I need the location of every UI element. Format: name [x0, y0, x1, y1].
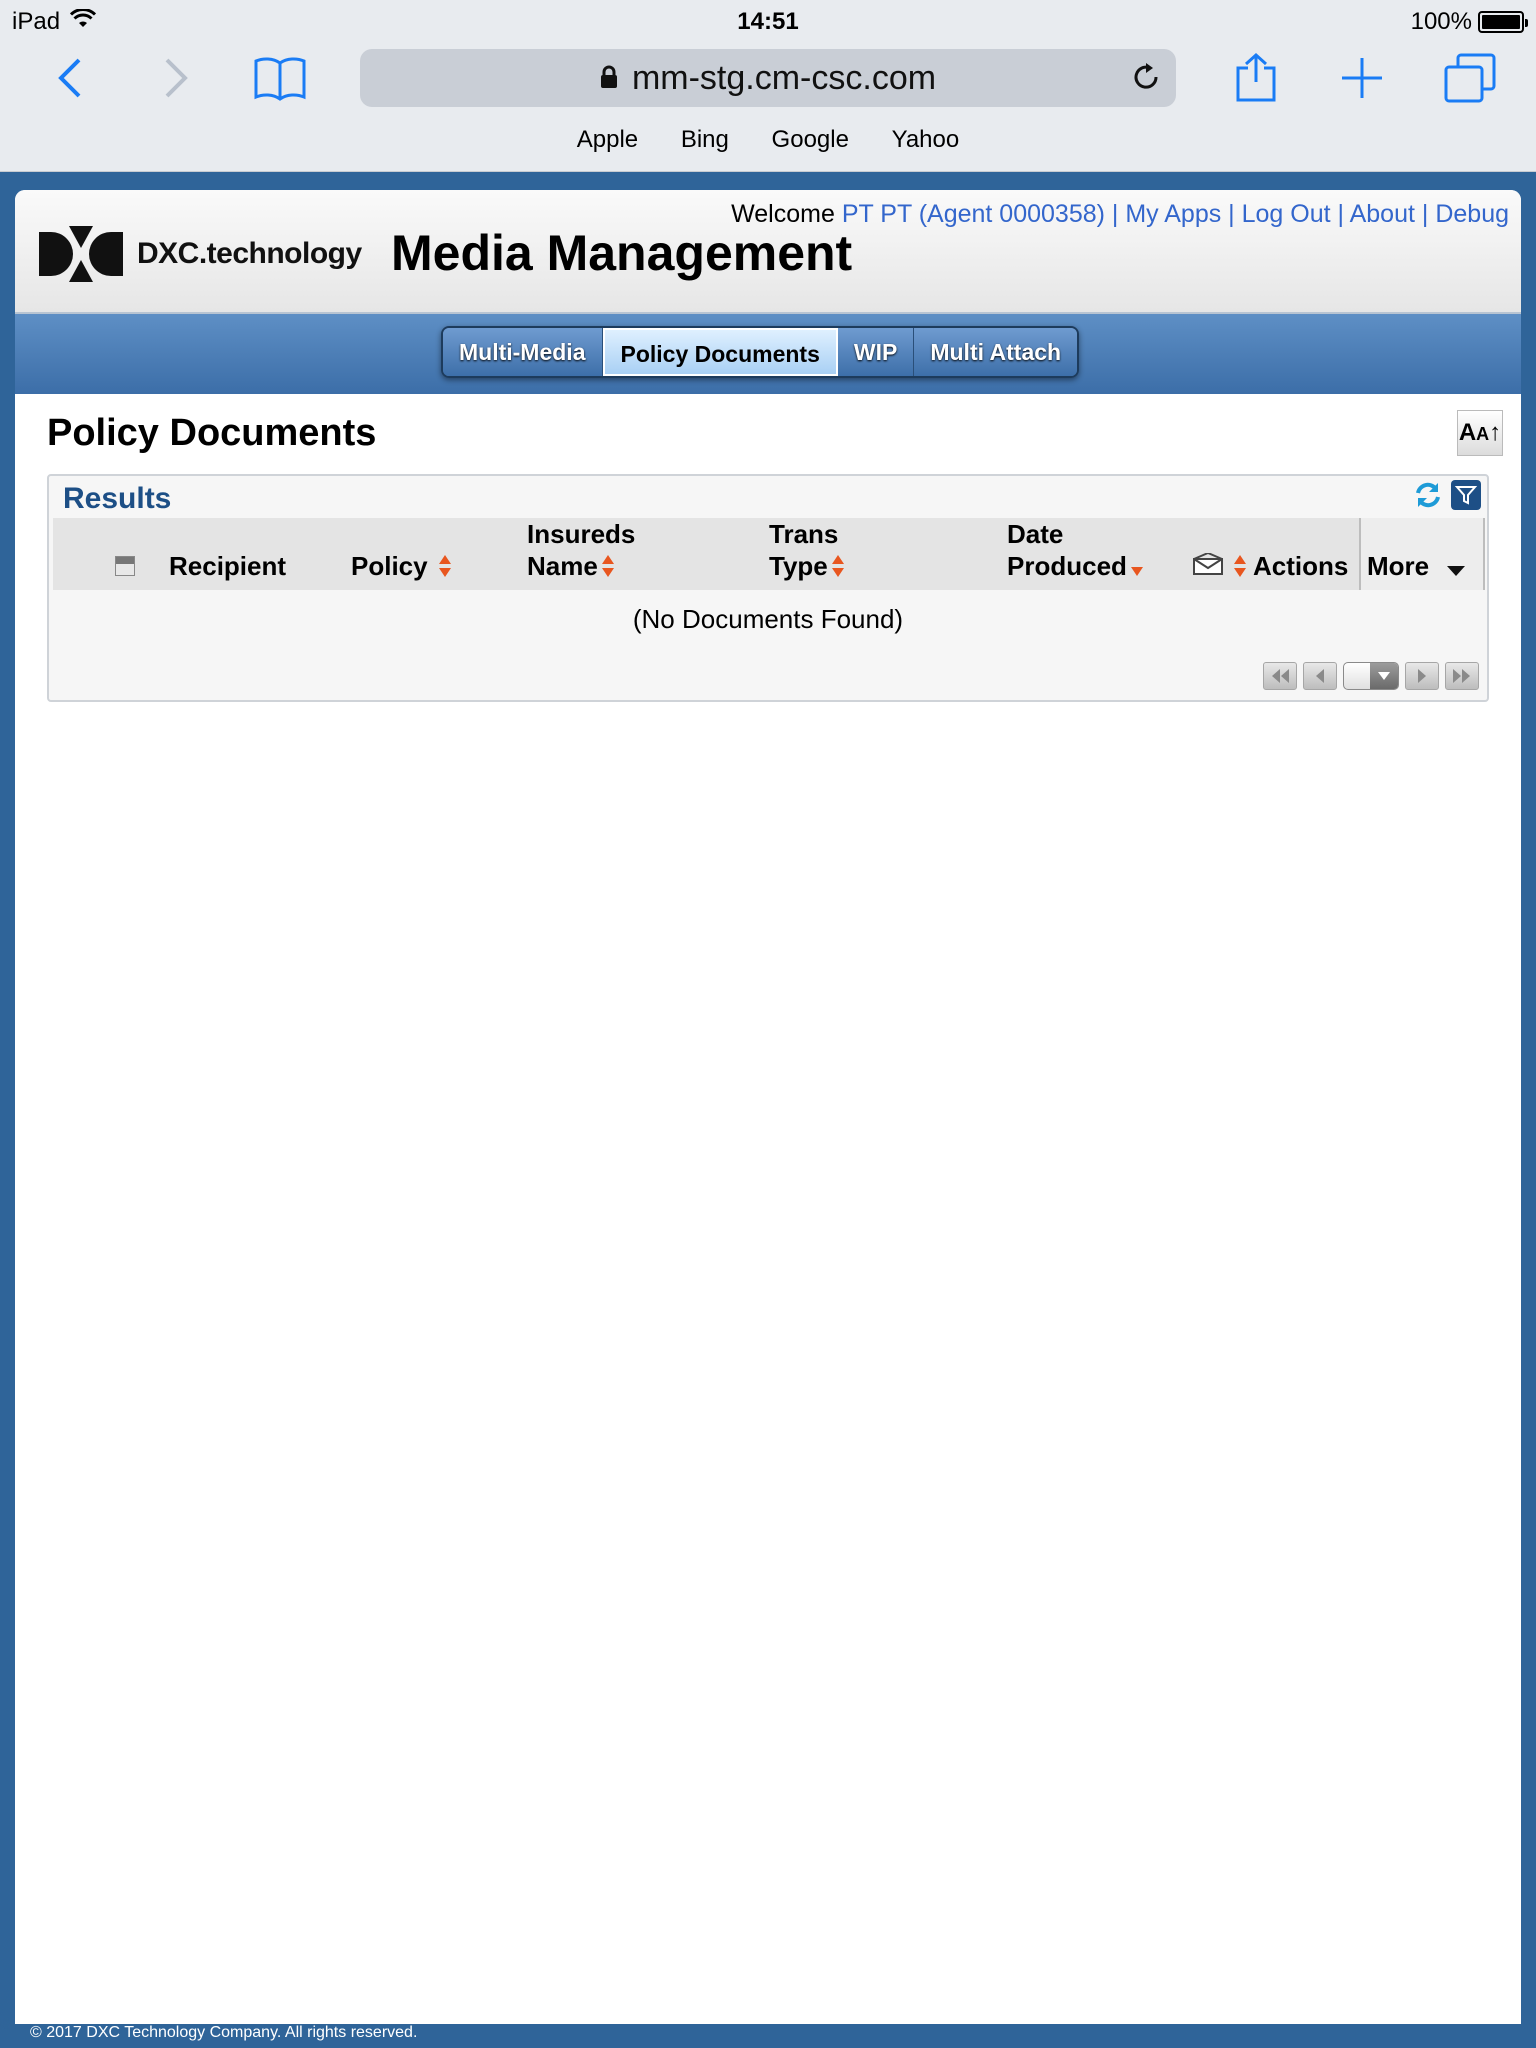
copyright-footer: © 2017 DXC Technology Company. All right… [30, 2024, 418, 2041]
font-size-label: AA↑ [1458, 419, 1502, 446]
envelope-icon [1193, 551, 1223, 581]
tab-wip[interactable]: WIP [837, 328, 915, 376]
page-title: Policy Documents [47, 412, 377, 454]
more-label: More [1367, 551, 1430, 581]
logo-text: DXC.technology [137, 237, 362, 270]
filter-icon[interactable] [1451, 480, 1481, 510]
results-tools [1413, 480, 1481, 510]
url-text: mm-stg.cm-csc.com [631, 58, 937, 97]
last-page-icon[interactable] [1445, 662, 1479, 690]
app-header: DXC.technology Media Management Welcome … [15, 190, 1521, 314]
status-bar: iPad 14:51 100% [0, 0, 1536, 40]
empty-message: (No Documents Found) [632, 604, 904, 634]
welcome-label: Welcome [731, 200, 835, 228]
browser-chrome: iPad 14:51 100% mm-stg.cm-csc.com Apple … [0, 0, 1536, 172]
sort-icon [1234, 552, 1247, 584]
back-icon[interactable] [42, 50, 98, 106]
dxc-logo: DXC.technology [39, 226, 362, 282]
next-page-icon[interactable] [1405, 662, 1439, 690]
results-table-header: Recipient Policy Insureds Name Trans Typ… [53, 518, 1485, 590]
column-insureds-name[interactable]: Insureds Name [527, 518, 635, 584]
sort-icon [831, 552, 844, 584]
address-bar[interactable]: mm-stg.cm-csc.com [360, 49, 1176, 107]
column-policy[interactable]: Policy [351, 550, 451, 584]
my-apps-link[interactable]: My Apps [1125, 200, 1221, 228]
battery-percent: 100% [1410, 8, 1472, 35]
refresh-icon[interactable] [1413, 480, 1443, 510]
browser-toolbar: mm-stg.cm-csc.com [0, 44, 1536, 114]
sort-icon [438, 552, 451, 584]
tab-multi-attach[interactable]: Multi Attach [914, 328, 1078, 376]
column-recipient[interactable]: Recipient [169, 550, 286, 582]
main-tabs: Multi-Media Policy Documents WIP Multi A… [441, 326, 1080, 378]
results-title: Results [63, 482, 172, 515]
more-columns-dropdown[interactable]: More [1359, 518, 1485, 590]
bookmarks-icon[interactable] [252, 50, 308, 106]
battery-icon [1478, 11, 1528, 33]
user-menu: Welcome PT PT (Agent 0000358) | My Apps … [731, 200, 1509, 228]
tab-policy-documents[interactable]: Policy Documents [602, 328, 838, 376]
page-select[interactable] [1343, 662, 1399, 690]
column-date-produced[interactable]: Date Produced [1007, 518, 1143, 584]
bookmark-apple[interactable]: Apple [577, 126, 638, 154]
select-all-checkbox[interactable] [115, 556, 135, 576]
column-trans-type[interactable]: Trans Type [769, 518, 844, 584]
chevron-down-icon [1447, 564, 1465, 582]
reload-icon[interactable] [1130, 61, 1162, 102]
sort-icon [601, 552, 614, 584]
user-link[interactable]: PT PT (Agent 0000358) [842, 200, 1105, 228]
dxc-logo-icon [39, 226, 123, 282]
bookmark-bing[interactable]: Bing [681, 126, 729, 154]
web-page: DXC.technology Media Management Welcome … [15, 190, 1521, 2024]
sort-desc-icon [1130, 552, 1143, 584]
prev-page-icon[interactable] [1303, 662, 1337, 690]
bookmark-yahoo[interactable]: Yahoo [892, 126, 960, 154]
lock-icon [600, 59, 618, 98]
column-delivery[interactable] [1193, 550, 1247, 584]
favorites-bar: Apple Bing Google Yahoo [0, 126, 1536, 154]
tab-multi-media[interactable]: Multi-Media [443, 328, 603, 376]
pagination [1263, 662, 1479, 690]
chevron-down-icon [1370, 663, 1398, 689]
bookmark-google[interactable]: Google [772, 126, 849, 154]
debug-link[interactable]: Debug [1435, 200, 1509, 228]
results-panel: Results Recipient Policy Insureds Name T… [47, 474, 1489, 702]
app-title: Media Management [391, 225, 853, 281]
new-tab-icon[interactable] [1334, 50, 1390, 106]
first-page-icon[interactable] [1263, 662, 1297, 690]
clock: 14:51 [737, 8, 799, 35]
tabs-overview-icon[interactable] [1442, 50, 1498, 106]
share-icon[interactable] [1228, 50, 1284, 106]
font-size-button[interactable]: AA↑ [1457, 410, 1503, 456]
log-out-link[interactable]: Log Out [1242, 200, 1331, 228]
tab-band: Multi-Media Policy Documents WIP Multi A… [15, 314, 1521, 394]
forward-icon[interactable] [148, 50, 204, 106]
about-link[interactable]: About [1350, 200, 1415, 228]
column-actions: Actions [1253, 551, 1349, 581]
